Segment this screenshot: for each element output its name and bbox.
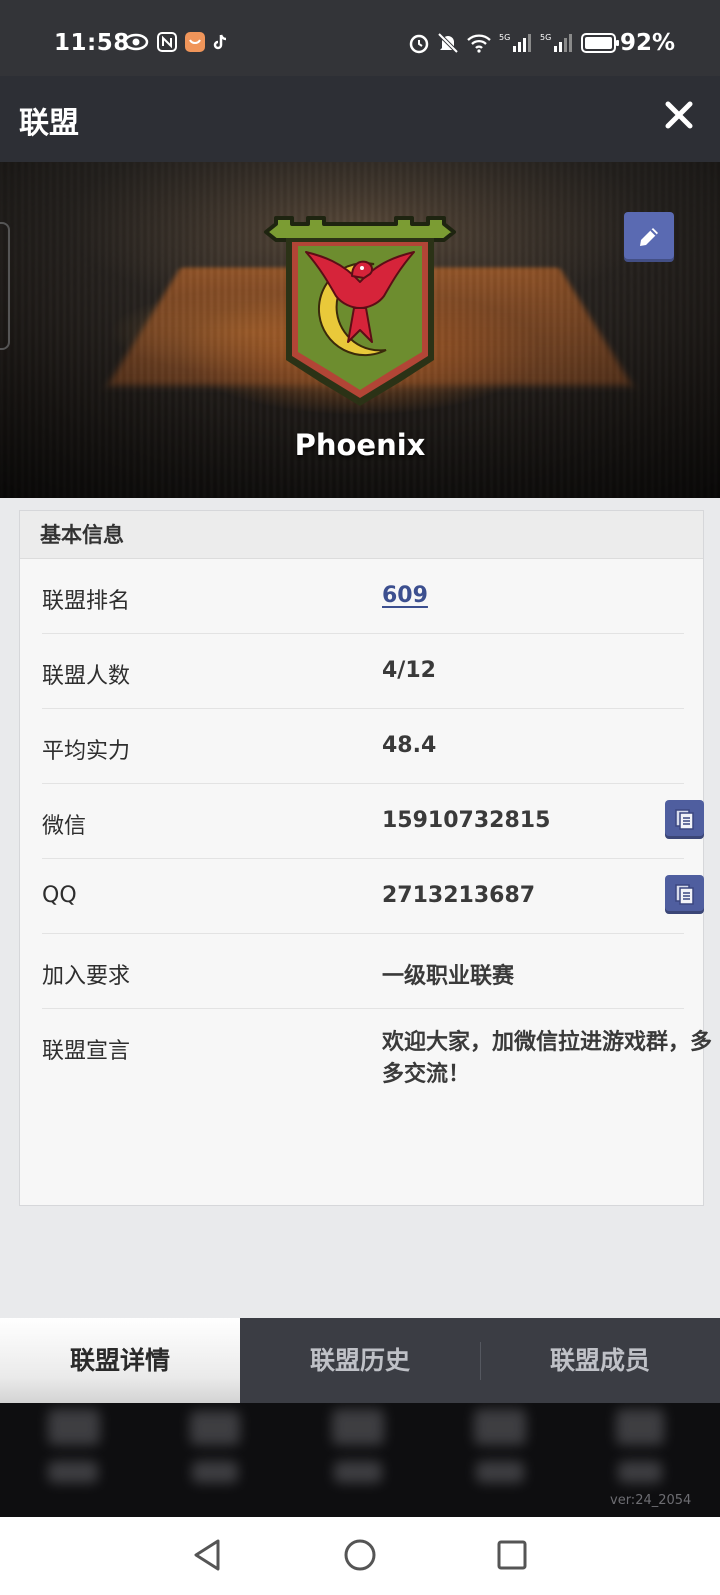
- edit-button[interactable]: [624, 212, 674, 262]
- battery-icon: [581, 33, 619, 53]
- close-icon[interactable]: [662, 98, 696, 132]
- info-value: 2713213687: [382, 883, 536, 908]
- blurred-nav-icon: [616, 1409, 664, 1445]
- info-value: 4/12: [382, 658, 436, 683]
- tab-label: 联盟历史: [309, 1346, 410, 1375]
- basic-info-card: 基本信息 联盟排名 609 联盟人数 4/12 平均实力 48.4 微信 159…: [19, 510, 712, 1206]
- app-notification-icon: [185, 32, 205, 52]
- alliance-crest-icon: [264, 216, 456, 406]
- info-label: 平均实力: [42, 739, 131, 764]
- blurred-nav-icon: [48, 1409, 100, 1445]
- pencil-icon: [640, 228, 658, 246]
- info-row-join-requirement: 加入要求 一级职业联赛: [42, 934, 684, 1009]
- system-navigation-bar: [0, 1517, 720, 1595]
- alliance-tabs: 联盟详情 联盟历史 联盟成员: [0, 1318, 720, 1403]
- battery-percent: 92%: [620, 30, 676, 56]
- blurred-nav-icon: [474, 1409, 526, 1445]
- mute-icon: [437, 32, 459, 54]
- info-row-rank: 联盟排名 609: [42, 559, 684, 634]
- alliance-name: Phoenix: [294, 428, 426, 462]
- nfc-icon: [157, 32, 177, 52]
- copy-qq-button[interactable]: [665, 875, 704, 914]
- info-value: 15910732815: [382, 808, 551, 833]
- game-bottom-bar: ver:24_2054: [0, 1403, 720, 1517]
- svg-text:5G: 5G: [499, 33, 510, 42]
- tiktok-icon: [213, 34, 227, 50]
- copy-wechat-button[interactable]: [665, 800, 704, 839]
- side-handle[interactable]: [0, 222, 10, 350]
- info-row-qq: QQ 2713213687: [42, 859, 704, 934]
- info-row-members: 联盟人数 4/12: [42, 634, 684, 709]
- recents-icon[interactable]: [495, 1537, 529, 1573]
- info-row-average-strength: 平均实力 48.4: [42, 709, 684, 784]
- alliance-banner: Phoenix: [0, 162, 720, 498]
- info-value: 48.4: [382, 733, 437, 758]
- tab-alliance-history[interactable]: 联盟历史: [240, 1318, 480, 1403]
- info-label: 微信: [42, 814, 87, 839]
- info-label: 联盟宣言: [42, 1039, 131, 1064]
- alarm-icon: [409, 34, 429, 54]
- blurred-nav-icon: [190, 1411, 240, 1445]
- info-row-declaration: 联盟宣言 欢迎大家，加微信拉进游戏群，多多交流！: [42, 1009, 712, 1129]
- tab-label: 联盟成员: [549, 1346, 650, 1375]
- tab-alliance-details[interactable]: 联盟详情: [0, 1318, 240, 1403]
- back-icon[interactable]: [190, 1537, 224, 1573]
- section-title: 基本信息: [20, 511, 703, 559]
- info-label: 联盟排名: [42, 589, 131, 614]
- eye-icon: [123, 33, 149, 51]
- page-title: 联盟: [19, 106, 79, 141]
- app-header: 联盟: [0, 76, 720, 162]
- version-label: ver:24_2054: [610, 1493, 692, 1508]
- info-label: 联盟人数: [42, 664, 131, 689]
- svg-text:5G: 5G: [540, 33, 551, 42]
- copy-icon: [675, 884, 694, 905]
- signal-icon: 5G: [540, 33, 572, 52]
- home-icon[interactable]: [342, 1537, 378, 1573]
- declaration-text: 欢迎大家，加微信拉进游戏群，多多交流！: [382, 1030, 713, 1087]
- blurred-nav-icon: [332, 1409, 384, 1445]
- signal-icon: 5G: [499, 33, 531, 52]
- info-label: QQ: [42, 883, 77, 908]
- status-time: 11:58: [54, 30, 130, 56]
- copy-icon: [675, 809, 694, 830]
- wifi-icon: [467, 34, 491, 53]
- status-bar: 11:58 5G 5G 92%: [0, 0, 720, 76]
- rank-link[interactable]: 609: [382, 583, 428, 608]
- tab-alliance-members[interactable]: 联盟成员: [480, 1318, 720, 1403]
- info-row-wechat: 微信 15910732815: [42, 784, 704, 859]
- info-value: 一级职业联赛: [382, 964, 515, 989]
- info-label: 加入要求: [42, 964, 131, 989]
